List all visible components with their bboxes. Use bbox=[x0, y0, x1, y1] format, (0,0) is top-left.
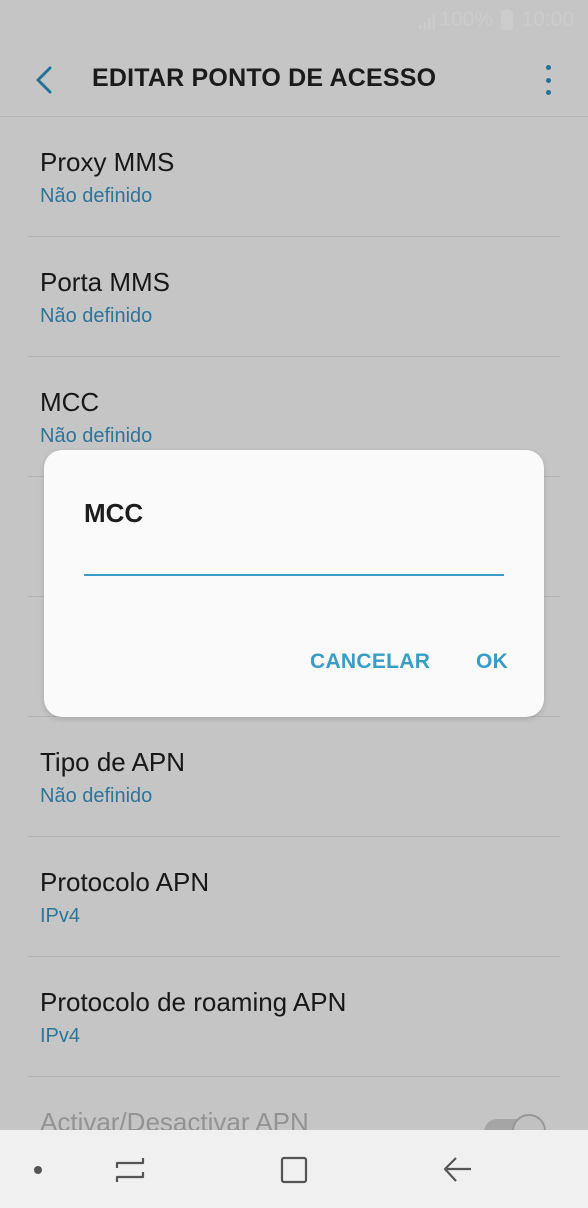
cancel-button[interactable]: CANCELAR bbox=[310, 650, 430, 674]
screen: 100% 10:00 EDITAR PONTO DE ACESSO Proxy … bbox=[0, 0, 588, 1208]
home-button[interactable] bbox=[274, 1150, 314, 1190]
nav-dot-button[interactable] bbox=[18, 1150, 58, 1190]
recent-apps-icon bbox=[115, 1158, 145, 1182]
dot-icon bbox=[34, 1166, 42, 1174]
mcc-dialog: MCC CANCELAR OK bbox=[44, 450, 544, 717]
back-arrow-icon bbox=[443, 1157, 471, 1182]
dialog-title: MCC bbox=[84, 498, 144, 528]
home-icon bbox=[280, 1156, 308, 1184]
nav-back-button[interactable] bbox=[438, 1150, 478, 1190]
mcc-input[interactable] bbox=[84, 538, 504, 576]
recent-apps-button[interactable] bbox=[110, 1150, 150, 1190]
ok-button[interactable]: OK bbox=[476, 650, 508, 674]
navigation-bar bbox=[0, 1130, 588, 1208]
